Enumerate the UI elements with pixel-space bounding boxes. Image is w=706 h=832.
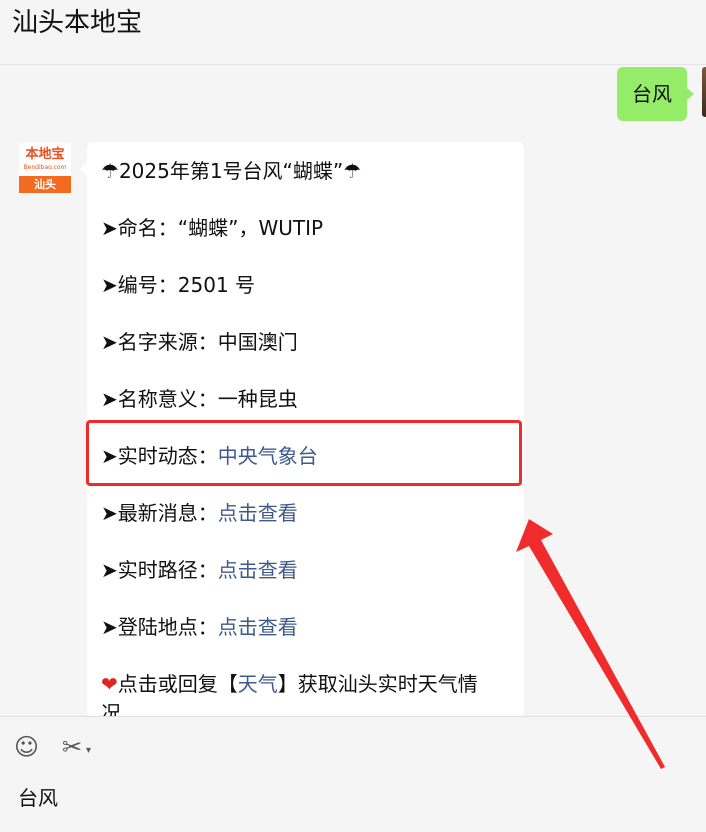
scissors-dropdown-icon[interactable]: ▾	[86, 739, 91, 763]
reply-title: ☂2025年第1号台风“蝴蝶”☂	[101, 159, 362, 183]
my-avatar[interactable]	[702, 67, 706, 117]
reply-item-latest-news: ➤最新消息：点击查看	[101, 501, 298, 525]
chat-title: 汕头本地宝	[12, 8, 143, 38]
reply-item-number: ➤编号：2501 号	[101, 273, 256, 297]
sent-message-text: 台风	[632, 82, 672, 106]
reply-item-landfall: ➤登陆地点：点击查看	[101, 615, 298, 639]
input-area[interactable]: ☺ ✂ ▾ 台风	[0, 716, 706, 832]
sent-message-bubble[interactable]: 台风	[617, 67, 694, 121]
heart-icon: ❤	[101, 672, 118, 696]
bendibao-logo: 本地宝 Bendibao.com	[23, 147, 67, 171]
reply-item-live-path: ➤实时路径：点击查看	[101, 558, 298, 582]
reply-footer-wrap: 况	[101, 701, 121, 717]
chat-header: 汕头本地宝	[0, 0, 706, 65]
sender-avatar[interactable]: 本地宝 Bendibao.com 汕头	[19, 143, 71, 193]
weather-link[interactable]: 天气	[238, 672, 278, 696]
reply-item-origin: ➤名字来源：中国澳门	[101, 330, 298, 354]
message-input[interactable]: 台风	[18, 782, 58, 811]
landfall-link[interactable]: 点击查看	[218, 615, 298, 639]
highlight-box	[86, 420, 522, 486]
umbrella-icon: ☂	[343, 159, 362, 183]
reply-item-meaning: ➤名称意义：一种昆虫	[101, 387, 298, 411]
reply-item-name: ➤命名：“蝴蝶”，WUTIP	[101, 216, 324, 240]
emoji-icon[interactable]: ☺	[14, 735, 39, 759]
scissors-icon[interactable]: ✂	[62, 735, 82, 759]
reply-footer: ❤点击或回复【天气】获取汕头实时天气情	[101, 672, 478, 696]
avatar-city-label: 汕头	[19, 176, 71, 193]
umbrella-icon: ☂	[101, 159, 119, 183]
latest-news-link[interactable]: 点击查看	[218, 501, 298, 525]
live-path-link[interactable]: 点击查看	[218, 558, 298, 582]
